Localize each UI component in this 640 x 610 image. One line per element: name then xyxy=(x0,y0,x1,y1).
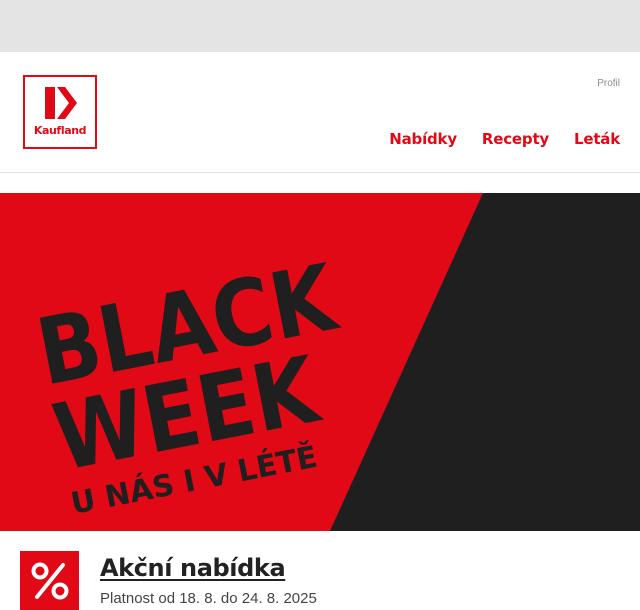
top-strip xyxy=(0,0,640,52)
nav-item-nabidky[interactable]: Nabídky xyxy=(389,130,457,148)
main-nav: Nabídky Recepty Leták xyxy=(389,130,620,148)
offer-validity: Platnost od 18. 8. do 24. 8. 2025 xyxy=(100,590,317,607)
kaufland-k-icon xyxy=(45,87,77,119)
nav-item-recepty[interactable]: Recepty xyxy=(482,130,549,148)
banner-graphic: BLACK WEEK U NÁS I V LÉTĚ xyxy=(0,193,640,531)
kaufland-logo[interactable]: Kaufland xyxy=(23,75,97,149)
site-header: Kaufland Profil Nabídky Recepty Leták xyxy=(0,52,640,173)
black-week-banner[interactable]: BLACK WEEK U NÁS I V LÉTĚ xyxy=(0,193,640,531)
profile-link[interactable]: Profil xyxy=(597,78,620,89)
nav-item-letak[interactable]: Leták xyxy=(574,130,620,148)
offer-section: Akční nabídka Platnost od 18. 8. do 24. … xyxy=(0,531,640,610)
percent-icon xyxy=(20,551,79,610)
offer-title-link[interactable]: Akční nabídka xyxy=(100,554,286,582)
logo-wordmark: Kaufland xyxy=(33,124,87,137)
